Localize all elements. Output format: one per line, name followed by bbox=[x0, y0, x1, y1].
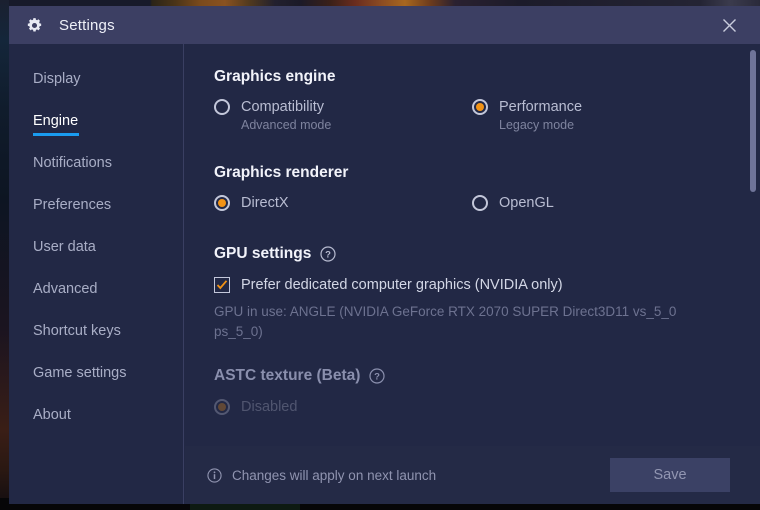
sidebar-item-label: Preferences bbox=[33, 197, 112, 213]
info-circle-icon bbox=[207, 467, 222, 483]
svg-text:?: ? bbox=[325, 250, 331, 261]
close-button[interactable] bbox=[706, 6, 752, 44]
footer-note-text: Changes will apply on next launch bbox=[232, 467, 437, 483]
dialog-title: Settings bbox=[59, 16, 115, 34]
sidebar-item-label: Shortcut keys bbox=[33, 323, 121, 339]
sidebar-item-user-data[interactable]: User data bbox=[9, 226, 183, 268]
sidebar-item-label: About bbox=[33, 407, 71, 423]
settings-dialog: Settings Display Engine Notifications Pr… bbox=[9, 6, 760, 504]
gpu-settings-heading: GPU settings ? bbox=[214, 245, 730, 263]
radio-astc-disabled[interactable] bbox=[214, 399, 230, 416]
option-label: OpenGL bbox=[499, 195, 554, 211]
dialog-footer: Changes will apply on next launch Save bbox=[185, 446, 760, 504]
graphics-engine-option-compatibility[interactable]: Compatibility Advanced mode bbox=[214, 99, 472, 132]
settings-content-panel: Graphics engine Compatibility Advanced m… bbox=[184, 44, 760, 504]
sidebar-item-label: Notifications bbox=[33, 155, 112, 171]
help-circle-icon[interactable]: ? bbox=[369, 368, 386, 384]
content-scrollbar[interactable] bbox=[749, 50, 757, 498]
graphics-renderer-options: DirectX OpenGL bbox=[214, 195, 730, 211]
save-button[interactable]: Save bbox=[610, 458, 730, 492]
sidebar-item-display[interactable]: Display bbox=[9, 58, 183, 100]
radio-performance[interactable] bbox=[472, 99, 488, 115]
close-icon bbox=[722, 18, 736, 32]
checkbox-prefer-dedicated-gpu[interactable] bbox=[214, 277, 230, 293]
graphics-renderer-heading: Graphics renderer bbox=[214, 164, 349, 181]
sidebar-item-label: Game settings bbox=[33, 365, 127, 381]
help-circle-icon[interactable]: ? bbox=[320, 246, 336, 262]
graphics-engine-options: Compatibility Advanced mode Performance … bbox=[214, 99, 730, 132]
footer-note: Changes will apply on next launch bbox=[207, 468, 436, 483]
graphics-engine-option-performance[interactable]: Performance Legacy mode bbox=[472, 99, 730, 132]
astc-texture-heading: ASTC texture (Beta) ? bbox=[214, 367, 730, 385]
sidebar-item-advanced[interactable]: Advanced bbox=[9, 268, 183, 310]
prefer-dedicated-gpu-row[interactable]: Prefer dedicated computer graphics (NVID… bbox=[214, 277, 730, 293]
gear-icon bbox=[27, 17, 42, 31]
radio-opengl[interactable] bbox=[472, 195, 488, 211]
option-label: DirectX bbox=[241, 195, 289, 211]
astc-option-disabled[interactable]: Disabled bbox=[214, 399, 730, 416]
sidebar-item-label: Advanced bbox=[33, 281, 98, 297]
sidebar-item-about[interactable]: About bbox=[9, 394, 183, 436]
gpu-in-use-text: GPU in use: ANGLE (NVIDIA GeForce RTX 20… bbox=[214, 304, 677, 339]
sidebar-item-engine[interactable]: Engine bbox=[9, 100, 183, 142]
checkbox-label: Prefer dedicated computer graphics (NVID… bbox=[241, 277, 563, 293]
dialog-body: Display Engine Notifications Preferences… bbox=[9, 44, 760, 504]
graphics-renderer-option-directx[interactable]: DirectX bbox=[214, 195, 472, 211]
check-icon bbox=[216, 280, 228, 290]
option-label: Disabled bbox=[241, 399, 298, 416]
option-label: Performance bbox=[499, 99, 583, 115]
graphics-engine-heading: Graphics engine bbox=[214, 68, 336, 85]
graphics-renderer-option-opengl[interactable]: OpenGL bbox=[472, 195, 730, 211]
settings-sidebar: Display Engine Notifications Preferences… bbox=[9, 44, 184, 504]
scrollbar-thumb[interactable] bbox=[750, 50, 756, 192]
sidebar-item-label: Display bbox=[33, 71, 81, 87]
dialog-titlebar[interactable]: Settings bbox=[9, 6, 760, 44]
option-sublabel: Legacy mode bbox=[499, 118, 575, 132]
sidebar-item-label: User data bbox=[33, 239, 96, 255]
sidebar-item-label: Engine bbox=[33, 113, 79, 129]
sidebar-item-preferences[interactable]: Preferences bbox=[9, 184, 183, 226]
astc-texture-block: ASTC texture (Beta) ? Disabled bbox=[214, 367, 730, 416]
active-indicator bbox=[33, 133, 79, 136]
gpu-settings-block: GPU settings ? Prefer dedicated computer… bbox=[214, 245, 730, 341]
svg-text:?: ? bbox=[375, 372, 381, 383]
option-sublabel: Advanced mode bbox=[241, 118, 332, 132]
radio-compatibility[interactable] bbox=[214, 99, 230, 115]
sidebar-item-notifications[interactable]: Notifications bbox=[9, 142, 183, 184]
option-label: Compatibility bbox=[241, 99, 324, 115]
sidebar-item-shortcut-keys[interactable]: Shortcut keys bbox=[9, 310, 183, 352]
sidebar-item-game-settings[interactable]: Game settings bbox=[9, 352, 183, 394]
engine-settings-content: Graphics engine Compatibility Advanced m… bbox=[184, 44, 760, 504]
radio-directx[interactable] bbox=[214, 195, 230, 211]
background-left-edge bbox=[0, 0, 9, 510]
